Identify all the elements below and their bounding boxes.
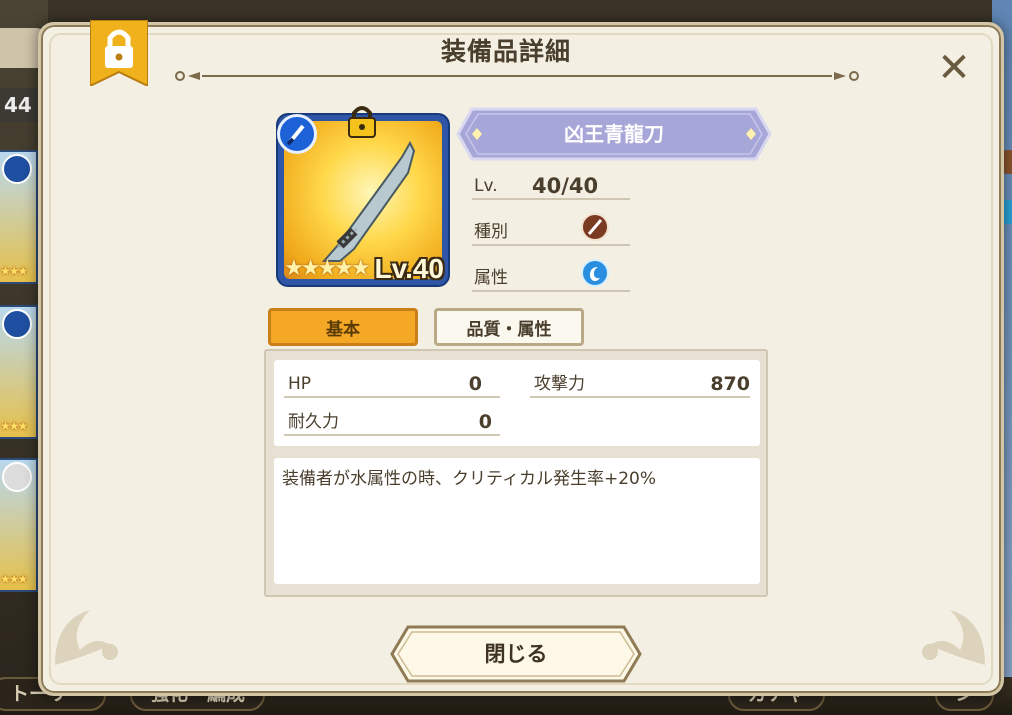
level-label: Lv. xyxy=(474,176,498,196)
stat-label: 耐久力 xyxy=(288,412,339,432)
title-divider xyxy=(175,71,859,81)
background-shield-icon xyxy=(2,309,32,339)
background-unit-card[interactable]: ★★★ xyxy=(0,150,38,284)
close-button-label: 閉じる xyxy=(484,642,548,666)
close-button[interactable]: 閉じる xyxy=(388,624,644,684)
modal-title: 装備品詳細 xyxy=(440,37,571,66)
sword-icon xyxy=(277,114,317,154)
stat-attack: 攻撃力 870 xyxy=(530,366,750,398)
background-unit-card[interactable]: ★★★ xyxy=(0,305,38,439)
item-name: 凶王青龍刀 xyxy=(564,122,664,146)
sword-type-icon xyxy=(581,213,609,241)
rarity-stars: ★★★★★ xyxy=(284,256,371,281)
level-value: 40/40 xyxy=(532,174,599,198)
equipment-icon-card[interactable]: ★★★★★ Lv.40 xyxy=(277,106,448,285)
stat-label: HP xyxy=(288,374,312,394)
stat-label: 攻撃力 xyxy=(534,374,585,394)
category-row: 種別 xyxy=(472,213,630,246)
tab-quality-attribute[interactable]: 品質・属性 xyxy=(434,308,584,346)
stat-durability: 耐久力 0 xyxy=(284,404,500,436)
background-stars: ★★★ xyxy=(0,264,28,278)
item-name-banner: 凶王青龍刀 xyxy=(456,107,772,161)
level-row: Lv. 40/40 xyxy=(472,168,630,200)
background-sword-icon xyxy=(2,154,32,184)
attribute-row: 属性 xyxy=(472,259,630,292)
stat-hp: HP 0 xyxy=(284,366,500,398)
corner-ornament xyxy=(922,610,985,665)
item-level-badge: Lv.40 xyxy=(374,253,444,284)
background-stars: ★★★ xyxy=(0,572,28,586)
water-attribute-icon xyxy=(581,259,609,287)
tab-basic[interactable]: 基本 xyxy=(268,308,418,346)
corner-ornament xyxy=(55,610,118,665)
stat-value: 0 xyxy=(468,373,482,395)
item-lock-icon xyxy=(348,106,376,138)
close-icon[interactable]: ✕ xyxy=(934,48,974,90)
category-label: 種別 xyxy=(474,222,508,242)
stat-value: 870 xyxy=(710,373,750,395)
skill-description: 装備者が水属性の時、クリティカル発生率+20% xyxy=(274,458,760,584)
attribute-label: 属性 xyxy=(474,268,508,288)
background-stars: ★★★ xyxy=(0,419,28,433)
background-shield-icon xyxy=(2,462,32,492)
stat-value: 0 xyxy=(478,411,492,433)
background-unit-card[interactable]: ★★★ xyxy=(0,458,38,592)
